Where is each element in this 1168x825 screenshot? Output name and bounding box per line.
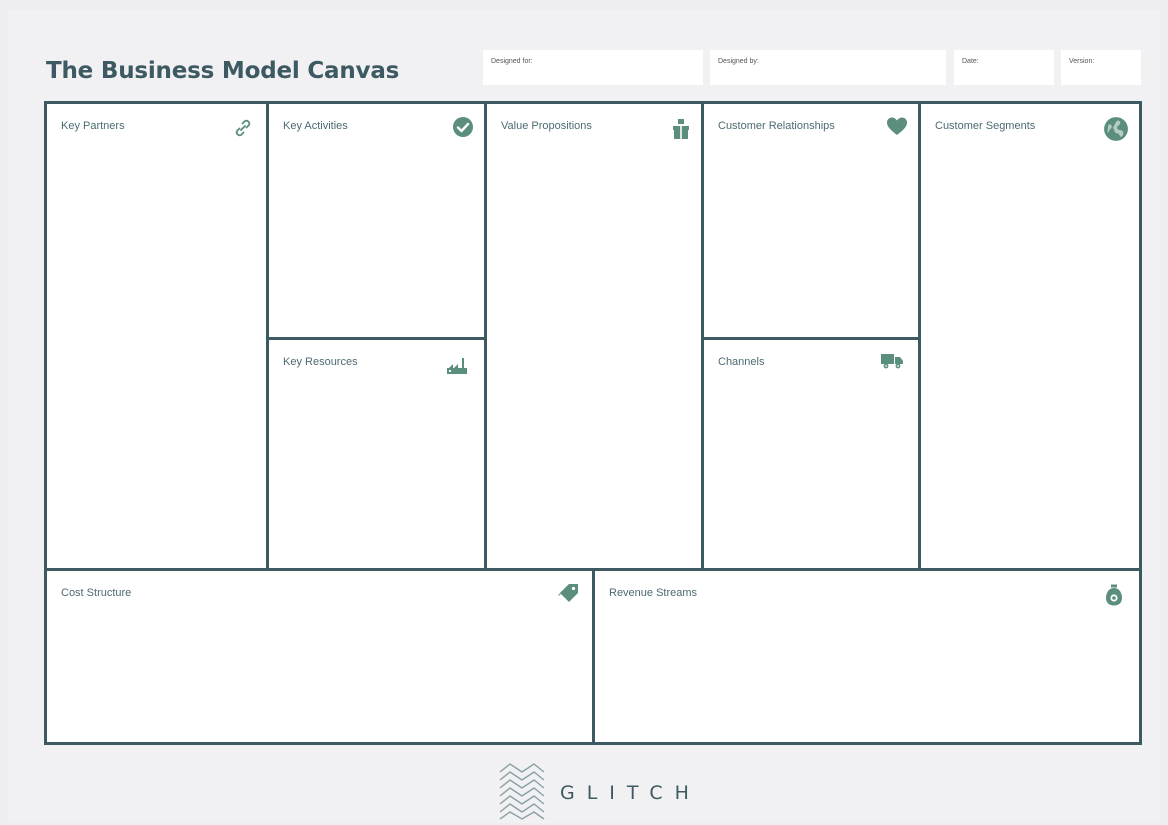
truck-icon (880, 348, 904, 372)
customer-segments-label: Customer Segments (935, 120, 1036, 132)
channels-label: Channels (718, 356, 765, 368)
designed-by-field[interactable]: Designed by: (710, 50, 946, 85)
version-field[interactable]: Version: (1061, 50, 1141, 85)
value-propositions-block[interactable]: Value Propositions (484, 104, 701, 568)
brand-name: GLITCH (560, 782, 701, 804)
check-circle-icon (451, 115, 475, 139)
channels-block[interactable]: Channels (701, 337, 918, 568)
factory-icon (445, 354, 469, 378)
globe-icon (1103, 116, 1129, 142)
page-title: The Business Model Canvas (46, 58, 400, 84)
money-bag-icon (1102, 583, 1126, 607)
revenue-streams-block[interactable]: Revenue Streams (592, 568, 1139, 742)
key-activities-label: Key Activities (283, 120, 348, 132)
customer-relationships-label: Customer Relationships (718, 120, 835, 132)
revenue-streams-label: Revenue Streams (609, 587, 698, 599)
key-resources-block[interactable]: Key Resources (266, 337, 484, 568)
cost-structure-label: Cost Structure (61, 587, 132, 599)
customer-segments-block[interactable]: Customer Segments (918, 104, 1139, 568)
footer-logo: GLITCH (498, 762, 698, 820)
heart-icon (885, 114, 909, 138)
link-icon (231, 116, 255, 140)
customer-relationships-block[interactable]: Customer Relationships (701, 104, 918, 337)
gift-icon (669, 117, 693, 141)
cost-structure-block[interactable]: Cost Structure (47, 568, 592, 742)
key-partners-label: Key Partners (61, 120, 125, 132)
business-model-canvas: Key Partners Key Activities Key Resource… (44, 101, 1142, 745)
key-partners-block[interactable]: Key Partners (47, 104, 266, 568)
key-resources-label: Key Resources (283, 356, 358, 368)
value-propositions-label: Value Propositions (501, 120, 592, 132)
date-field[interactable]: Date: (954, 50, 1054, 85)
glitch-logo-mark-icon (498, 762, 546, 820)
key-activities-block[interactable]: Key Activities (266, 104, 484, 337)
designed-for-field[interactable]: Designed for: (483, 50, 703, 85)
tag-icon (557, 581, 581, 605)
